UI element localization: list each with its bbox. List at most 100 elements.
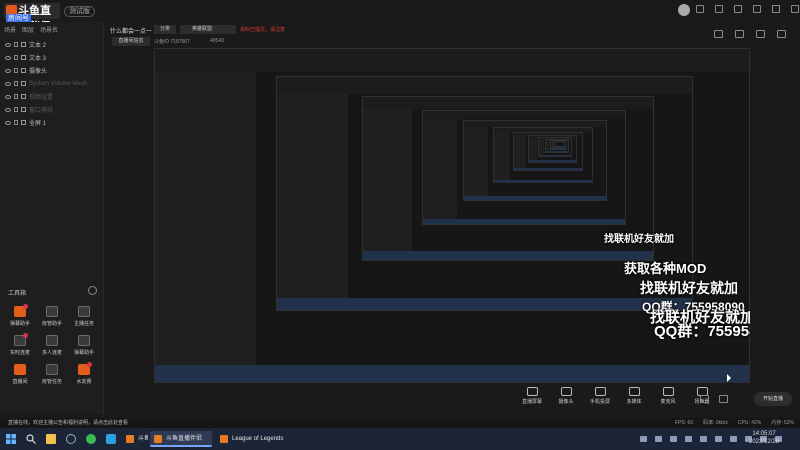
eye-icon[interactable] <box>5 42 11 47</box>
toolbox-item[interactable]: 直播间 <box>4 364 36 385</box>
tray-icon[interactable] <box>685 436 692 442</box>
eye-icon[interactable] <box>5 68 11 73</box>
source-icon <box>21 94 26 99</box>
search-icon[interactable] <box>26 434 36 444</box>
scene-item[interactable]: 文本 3 <box>2 51 102 64</box>
minimize-icon[interactable] <box>753 5 761 13</box>
grid-icon[interactable] <box>735 30 744 38</box>
settings-icon[interactable] <box>715 5 723 13</box>
toolbox-item[interactable]: 主播任务 <box>68 306 100 327</box>
tab-scene[interactable]: 场景 <box>4 25 16 34</box>
tray-icon[interactable] <box>715 436 722 442</box>
bottom-toolbar: 直播屏幕 摄像头 手机投屏 多媒体 麦克风 扬声器 <box>520 387 714 405</box>
stream-preview[interactable]: 找联机好友就加 获取各种MOD 找联机好友就加 QQ群：755958090 找联机好友就… <box>154 48 750 383</box>
gift-icon[interactable] <box>714 30 723 38</box>
toolbox-item[interactable]: 弹幕助手 <box>68 335 100 356</box>
tray-icon[interactable] <box>730 436 737 442</box>
eye-icon[interactable] <box>5 107 11 112</box>
bottom-tool-button[interactable]: 手机投屏 <box>588 387 612 405</box>
taskbar-app-label: 斗鱼直播伴侣 <box>166 436 203 442</box>
toolbox-item[interactable]: 房管任务 <box>36 364 68 385</box>
notification-badge <box>23 333 28 338</box>
steam-icon[interactable] <box>66 434 76 444</box>
bottom-tool-button[interactable]: 麦克风 <box>656 387 680 405</box>
lock-icon[interactable] <box>14 68 18 73</box>
version-badge[interactable]: 测试版 <box>64 6 95 17</box>
ad-text-qq-large: QQ群：755958090 <box>654 323 750 340</box>
eye-icon[interactable] <box>5 55 11 60</box>
fps-value: FPS: 60 <box>675 420 694 426</box>
toolbox-item[interactable]: 水友赛 <box>68 362 100 385</box>
scene-item[interactable]: 摄像头 <box>2 64 102 77</box>
toolbox-grid: 弹幕助手 房管助手 主播任务实时连麦 多人连麦 弹幕助手直播间 房管任务 水友赛 <box>4 304 100 385</box>
bottom-tool-icon <box>628 387 640 396</box>
chrome-icon[interactable] <box>86 434 96 444</box>
lock-icon[interactable] <box>14 107 18 112</box>
source-icon <box>21 107 26 112</box>
lock-icon[interactable] <box>14 42 18 47</box>
toolbox-item[interactable]: 实时连麦 <box>4 333 36 356</box>
mail-icon[interactable] <box>696 5 704 13</box>
source-icon <box>21 81 26 86</box>
lock-icon[interactable] <box>14 55 18 60</box>
gear-icon[interactable] <box>719 395 728 403</box>
go-live-button[interactable]: 开始直播 <box>754 392 792 406</box>
status-message[interactable]: 直播在线，欢迎主播公告和福利说明，请点击此处查看 <box>8 420 128 426</box>
admin-icon <box>46 306 58 317</box>
status-bar: 直播在线，欢迎主播公告和福利说明，请点击此处查看 FPS: 60 码率: 0kb… <box>0 418 800 428</box>
taskbar-app-icon <box>154 435 162 443</box>
close-icon[interactable] <box>791 5 799 13</box>
stream-title[interactable]: 什么都会一点一 <box>110 26 152 35</box>
tab-layer[interactable]: 图层 <box>22 25 34 34</box>
toolbox-item[interactable]: 弹幕助手 <box>4 304 36 327</box>
lock-icon[interactable] <box>14 81 18 86</box>
ad-text-friend: 找联机好友就加 <box>640 280 738 296</box>
maximize-icon[interactable] <box>772 5 780 13</box>
toolbox-help-icon[interactable] <box>88 286 97 295</box>
delete-icon[interactable] <box>756 30 765 38</box>
lock-icon[interactable] <box>14 120 18 125</box>
file-explorer-icon[interactable] <box>46 434 56 444</box>
eye-icon[interactable] <box>5 94 11 99</box>
menu-icon[interactable] <box>734 5 742 13</box>
eye-icon[interactable] <box>5 120 11 125</box>
tray-icon[interactable] <box>640 436 647 442</box>
scene-label: 文本 3 <box>29 56 47 62</box>
source-icon <box>21 120 26 125</box>
scene-item[interactable]: System Volume Mesh <box>2 77 102 90</box>
taskbar-app[interactable]: League of Legends <box>216 431 296 447</box>
scene-item[interactable]: 文本 2 <box>2 38 102 51</box>
game-select[interactable]: 英雄联盟 <box>180 25 236 34</box>
notification-badge <box>87 362 92 367</box>
tab-scene-name[interactable]: 场景名 <box>40 25 58 34</box>
app-icon[interactable] <box>106 434 116 444</box>
tray-icon[interactable] <box>700 436 707 442</box>
mem-value: 内存: 52% <box>771 420 794 426</box>
taskbar-app-label: 斗鱼直播伴侣 <box>138 436 148 442</box>
lock-icon[interactable] <box>14 94 18 99</box>
mirror-frame <box>553 141 565 148</box>
bottom-tool-button[interactable]: 直播屏幕 <box>520 387 544 405</box>
taskbar-app[interactable]: 斗鱼直播伴侣 <box>122 431 148 447</box>
toolbox-item-label: 水友赛 <box>76 379 92 385</box>
windows-taskbar: 斗鱼直播伴侣 斗鱼直播伴侣 League of Legends 14:05:07 2… <box>0 428 800 450</box>
room-info-button[interactable]: 直播间信息 <box>112 37 150 46</box>
taskbar-app[interactable]: 斗鱼直播伴侣 <box>150 431 212 447</box>
system-clock[interactable]: 14:05:07 2022/12/28 <box>744 430 784 446</box>
fullscreen-icon[interactable] <box>777 30 786 38</box>
scene-item[interactable]: 视频设置 <box>2 90 102 103</box>
scene-item[interactable]: 全屏 1 <box>2 116 102 129</box>
user-avatar[interactable] <box>678 4 690 16</box>
bottom-tool-button[interactable]: 多媒体 <box>622 387 646 405</box>
eye-icon[interactable] <box>5 81 11 86</box>
bottom-tool-button[interactable]: 摄像头 <box>554 387 578 405</box>
scene-list: 文本 2 文本 3 摄像头 System Volume Mesh 视频设置 窗口捕获 全屏 … <box>2 38 102 129</box>
toolbox-item[interactable]: 多人连麦 <box>36 335 68 356</box>
windows-start-icon[interactable] <box>6 434 16 444</box>
toolbox-item[interactable]: 房管助手 <box>36 306 68 327</box>
scene-item[interactable]: 窗口捕获 <box>2 103 102 116</box>
record-icon[interactable] <box>700 395 709 403</box>
toolbox-item-label: 实时连麦 <box>9 350 30 356</box>
tray-icon[interactable] <box>655 436 662 442</box>
tray-icon[interactable] <box>670 436 677 442</box>
